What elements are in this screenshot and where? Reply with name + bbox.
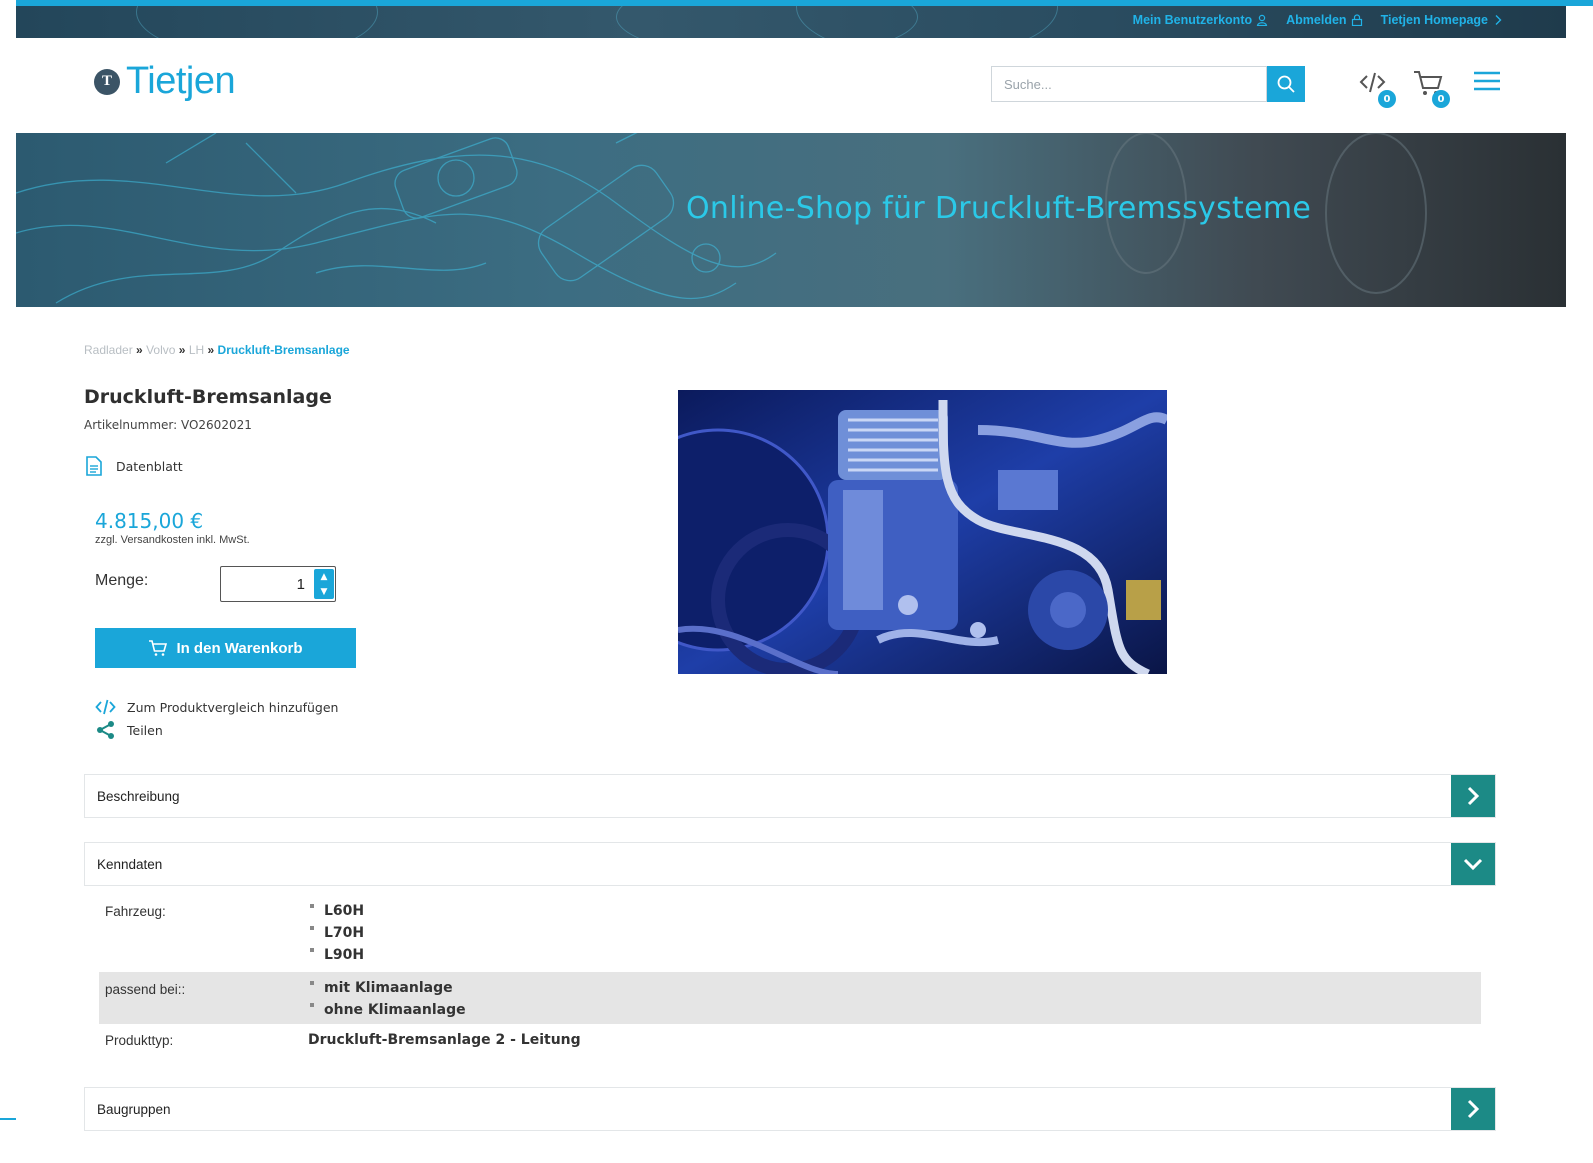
quantity-value: 1 (296, 576, 305, 593)
spec-key: passend bei:: (105, 982, 186, 997)
page-left-margin (0, 0, 16, 1163)
logout-link[interactable]: Abmelden (1286, 13, 1362, 27)
add-to-cart-button[interactable]: In den Warenkorb (95, 628, 356, 668)
spec-value: Druckluft-Bremsanlage 2 - Leitung (308, 1032, 581, 1048)
breadcrumb-item[interactable]: Radlader (84, 343, 133, 357)
breadcrumb-separator: » (136, 343, 143, 357)
document-icon (86, 456, 102, 476)
compare-label: Zum Produktvergleich hinzufügen (127, 699, 339, 715)
compare-icon (95, 699, 116, 715)
chevron-up-icon[interactable]: ▲ (321, 572, 328, 582)
product-image[interactable] (678, 390, 1167, 674)
logo[interactable]: T Tietjen (94, 60, 236, 103)
list-item: L60H (308, 900, 364, 922)
logout-label: Abmelden (1286, 13, 1347, 27)
accordion-specs-toggle[interactable] (1451, 843, 1495, 885)
breadcrumb-separator: » (207, 343, 215, 357)
accordion-assemblies-label: Baugruppen (97, 1102, 171, 1117)
price-note: zzgl. Versandkosten inkl. MwSt. (95, 534, 250, 546)
chevron-right-icon (1495, 15, 1502, 25)
site-header: T Tietjen Suche... 0 0 (16, 38, 1566, 133)
share-link[interactable]: Teilen (95, 721, 163, 739)
spec-value-list: L60H L70H L90H (308, 900, 364, 966)
left-accent-mark (0, 1118, 16, 1120)
accordion-description[interactable]: Beschreibung (84, 774, 1496, 818)
quantity-label: Menge: (95, 572, 149, 589)
breadcrumb-separator: » (178, 343, 186, 357)
breadcrumb-item[interactable]: LH (189, 343, 204, 357)
spec-row-vehicle: Fahrzeug: L60H L70H L90H (99, 900, 1481, 966)
breadcrumb: Radlader » Volvo » LH » Druckluft-Bremsa… (84, 343, 350, 357)
add-to-compare-link[interactable]: Zum Produktvergleich hinzufügen (95, 699, 338, 715)
chevron-right-icon (1467, 1099, 1480, 1119)
topbar-decoration (136, 6, 378, 38)
share-label: Teilen (127, 722, 163, 738)
list-item: ohne Klimaanlage (308, 999, 466, 1021)
spec-value-list: mit Klimaanlage ohne Klimaanlage (308, 977, 466, 1021)
engine-photo (678, 390, 1167, 674)
share-icon (97, 721, 114, 739)
accordion-description-label: Beschreibung (97, 789, 180, 804)
logo-mark: T (94, 68, 120, 95)
accordion-assemblies-toggle[interactable] (1451, 1088, 1495, 1130)
list-item: L70H (308, 922, 364, 944)
cart-button[interactable]: 0 (1412, 68, 1452, 108)
quantity-stepper[interactable]: 1 ▲ ▼ (220, 566, 336, 602)
hamburger-menu-icon (1474, 71, 1500, 91)
accordion-description-toggle[interactable] (1451, 775, 1495, 817)
accordion-specs-label: Kenndaten (97, 857, 163, 872)
menu-button[interactable] (1472, 68, 1512, 108)
quantity-spinner[interactable]: ▲ ▼ (314, 569, 334, 599)
compare-count-badge: 0 (1378, 90, 1396, 108)
cart-count-badge: 0 (1432, 90, 1450, 108)
logo-text: Tietjen (126, 60, 236, 102)
spec-key: Fahrzeug: (105, 904, 166, 919)
search-button[interactable] (1267, 66, 1305, 102)
lock-icon (1351, 14, 1362, 26)
account-links: Mein Benutzerkonto Abmelden Tietjen Home… (1133, 13, 1504, 27)
homepage-label: Tietjen Homepage (1380, 13, 1488, 27)
user-icon (1256, 14, 1268, 26)
breadcrumb-item[interactable]: Volvo (146, 343, 175, 357)
compare-button[interactable]: 0 (1358, 68, 1398, 108)
page-frame: Mein Benutzerkonto Abmelden Tietjen Home… (16, 6, 1566, 1163)
search-icon (1277, 75, 1295, 93)
datasheet-link[interactable]: Datenblatt (86, 456, 183, 476)
list-item: mit Klimaanlage (308, 977, 466, 999)
my-account-label: Mein Benutzerkonto (1132, 13, 1253, 27)
chevron-down-icon[interactable]: ▼ (321, 587, 328, 597)
spec-row-type: Produkttyp: Druckluft-Bremsanlage 2 - Le… (99, 1026, 1481, 1060)
add-to-cart-label: In den Warenkorb (176, 639, 303, 657)
top-bar: Mein Benutzerkonto Abmelden Tietjen Home… (16, 6, 1566, 38)
hero-banner: Online-Shop für Druckluft-Bremssysteme (16, 133, 1566, 307)
spec-key: Produkttyp: (105, 1033, 174, 1048)
product-title: Druckluft-Bremsanlage (84, 386, 332, 408)
accordion-specs[interactable]: Kenndaten (84, 842, 1496, 886)
chevron-right-icon (1467, 786, 1480, 806)
chevron-down-icon (1463, 858, 1483, 871)
article-number: Artikelnummer: VO2602021 (84, 418, 252, 432)
breadcrumb-current: Druckluft-Bremsanlage (217, 343, 350, 357)
homepage-link[interactable]: Tietjen Homepage (1381, 13, 1504, 27)
search-input[interactable]: Suche... (991, 66, 1267, 102)
datasheet-label: Datenblatt (116, 458, 183, 474)
my-account-link[interactable]: Mein Benutzerkonto (1133, 13, 1268, 27)
list-item: L90H (308, 944, 364, 966)
product-price: 4.815,00 € (95, 509, 204, 533)
accordion-assemblies[interactable]: Baugruppen (84, 1087, 1496, 1131)
cart-icon (149, 640, 168, 656)
spec-row-fits: passend bei:: mit Klimaanlage ohne Klima… (99, 972, 1481, 1024)
topbar-decoration (796, 6, 1058, 38)
hero-tagline: Online-Shop für Druckluft-Bremssysteme (686, 191, 1312, 226)
